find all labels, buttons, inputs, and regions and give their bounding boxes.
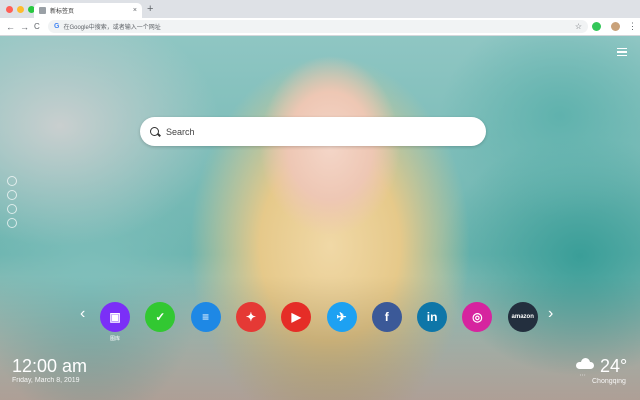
search-bar[interactable] — [140, 117, 486, 146]
youtube-icon: ▶ — [291, 310, 301, 324]
share-icon[interactable] — [7, 176, 17, 186]
clock-date: Friday, March 8, 2019 — [12, 377, 80, 384]
shortcut-amazon[interactable]: amazon — [507, 302, 538, 332]
reload-button[interactable]: C — [34, 20, 40, 34]
amazon-icon: amazon — [511, 314, 534, 320]
shortcut-youtube[interactable]: ▶ — [281, 302, 312, 332]
shortcut-game-app[interactable]: ✦ — [235, 302, 266, 332]
shortcuts-next-arrow[interactable]: › — [548, 306, 553, 322]
cloud-rain-icon — [576, 358, 594, 369]
search-input[interactable] — [166, 126, 466, 137]
rain-drops-icon: ‚‚‚ — [580, 371, 587, 377]
new-tab-button[interactable]: + — [147, 3, 153, 15]
image-icon: ▣ — [109, 310, 121, 324]
shortcut-label: 图库 — [109, 336, 120, 342]
omnibox-placeholder: 在Google中搜索，或者输入一个网址 — [63, 25, 161, 31]
clock-widget: 12:00 am Friday, March 8, 2019 — [12, 356, 87, 384]
linkedin-icon: in — [426, 310, 438, 324]
weather-temp: 24° — [600, 356, 628, 376]
search-icon — [150, 127, 159, 136]
shortcuts-prev-arrow[interactable]: ‹ — [80, 306, 85, 322]
shortcut-twitter[interactable]: ✈ — [326, 302, 357, 332]
window-controls — [6, 6, 35, 13]
share-icon[interactable] — [7, 204, 17, 214]
gamepad-icon: ✦ — [245, 310, 256, 324]
twitter-icon: ✈ — [336, 310, 347, 324]
browser-toolbar: ← → C G 在Google中搜索，或者输入一个网址 ☆ ⋮ — [0, 18, 640, 36]
tab-bar: 新标签页 × + — [0, 0, 640, 18]
close-window-button[interactable] — [6, 6, 13, 13]
extension-icon[interactable] — [592, 22, 601, 31]
shortcut-photo-editor[interactable]: ▣ — [100, 302, 130, 332]
menu-icon[interactable] — [617, 48, 627, 56]
forward-button[interactable]: → — [20, 20, 29, 34]
profile-avatar[interactable] — [611, 22, 620, 31]
check-icon: ✓ — [155, 310, 166, 324]
shortcut-notes-app[interactable]: ≡ — [190, 302, 221, 332]
omnibox[interactable]: G 在Google中搜索，或者输入一个网址 ☆ — [48, 20, 588, 33]
shortcut-facebook[interactable]: f — [371, 302, 402, 332]
facebook-icon: f — [384, 310, 389, 324]
tab-new-tab[interactable]: 新标签页 × — [34, 3, 142, 18]
tab-title: 新标签页 — [50, 9, 75, 15]
browser-menu-icon[interactable]: ⋮ — [628, 21, 637, 31]
bookmark-star-icon[interactable]: ☆ — [575, 22, 582, 31]
clock-time: 12:00 am — [12, 356, 88, 376]
share-icon[interactable] — [7, 190, 17, 200]
shortcut-linkedin[interactable]: in — [417, 302, 448, 332]
weather-city: Chongqing — [592, 378, 626, 385]
back-button[interactable]: ← — [6, 20, 15, 34]
minimize-window-button[interactable] — [17, 6, 24, 13]
background-shade — [0, 276, 640, 400]
instagram-icon: ◎ — [472, 310, 483, 324]
share-icon[interactable] — [7, 218, 17, 228]
new-tab-page: ‹ › ▣ 图库 ✓ ≡ ✦ ▶ ✈ f in ◎ amazon 12:00 am Friday, … — [0, 36, 640, 400]
google-icon: G — [54, 23, 60, 30]
social-share-icons — [7, 176, 17, 228]
tab-close-icon[interactable]: × — [133, 7, 137, 14]
browser-chrome: 新标签页 × + ← → C G 在Google中搜索，或者输入一个网址 ☆ ⋮ — [0, 0, 640, 36]
tab-favicon-icon — [39, 7, 46, 14]
note-icon: ≡ — [202, 310, 210, 324]
